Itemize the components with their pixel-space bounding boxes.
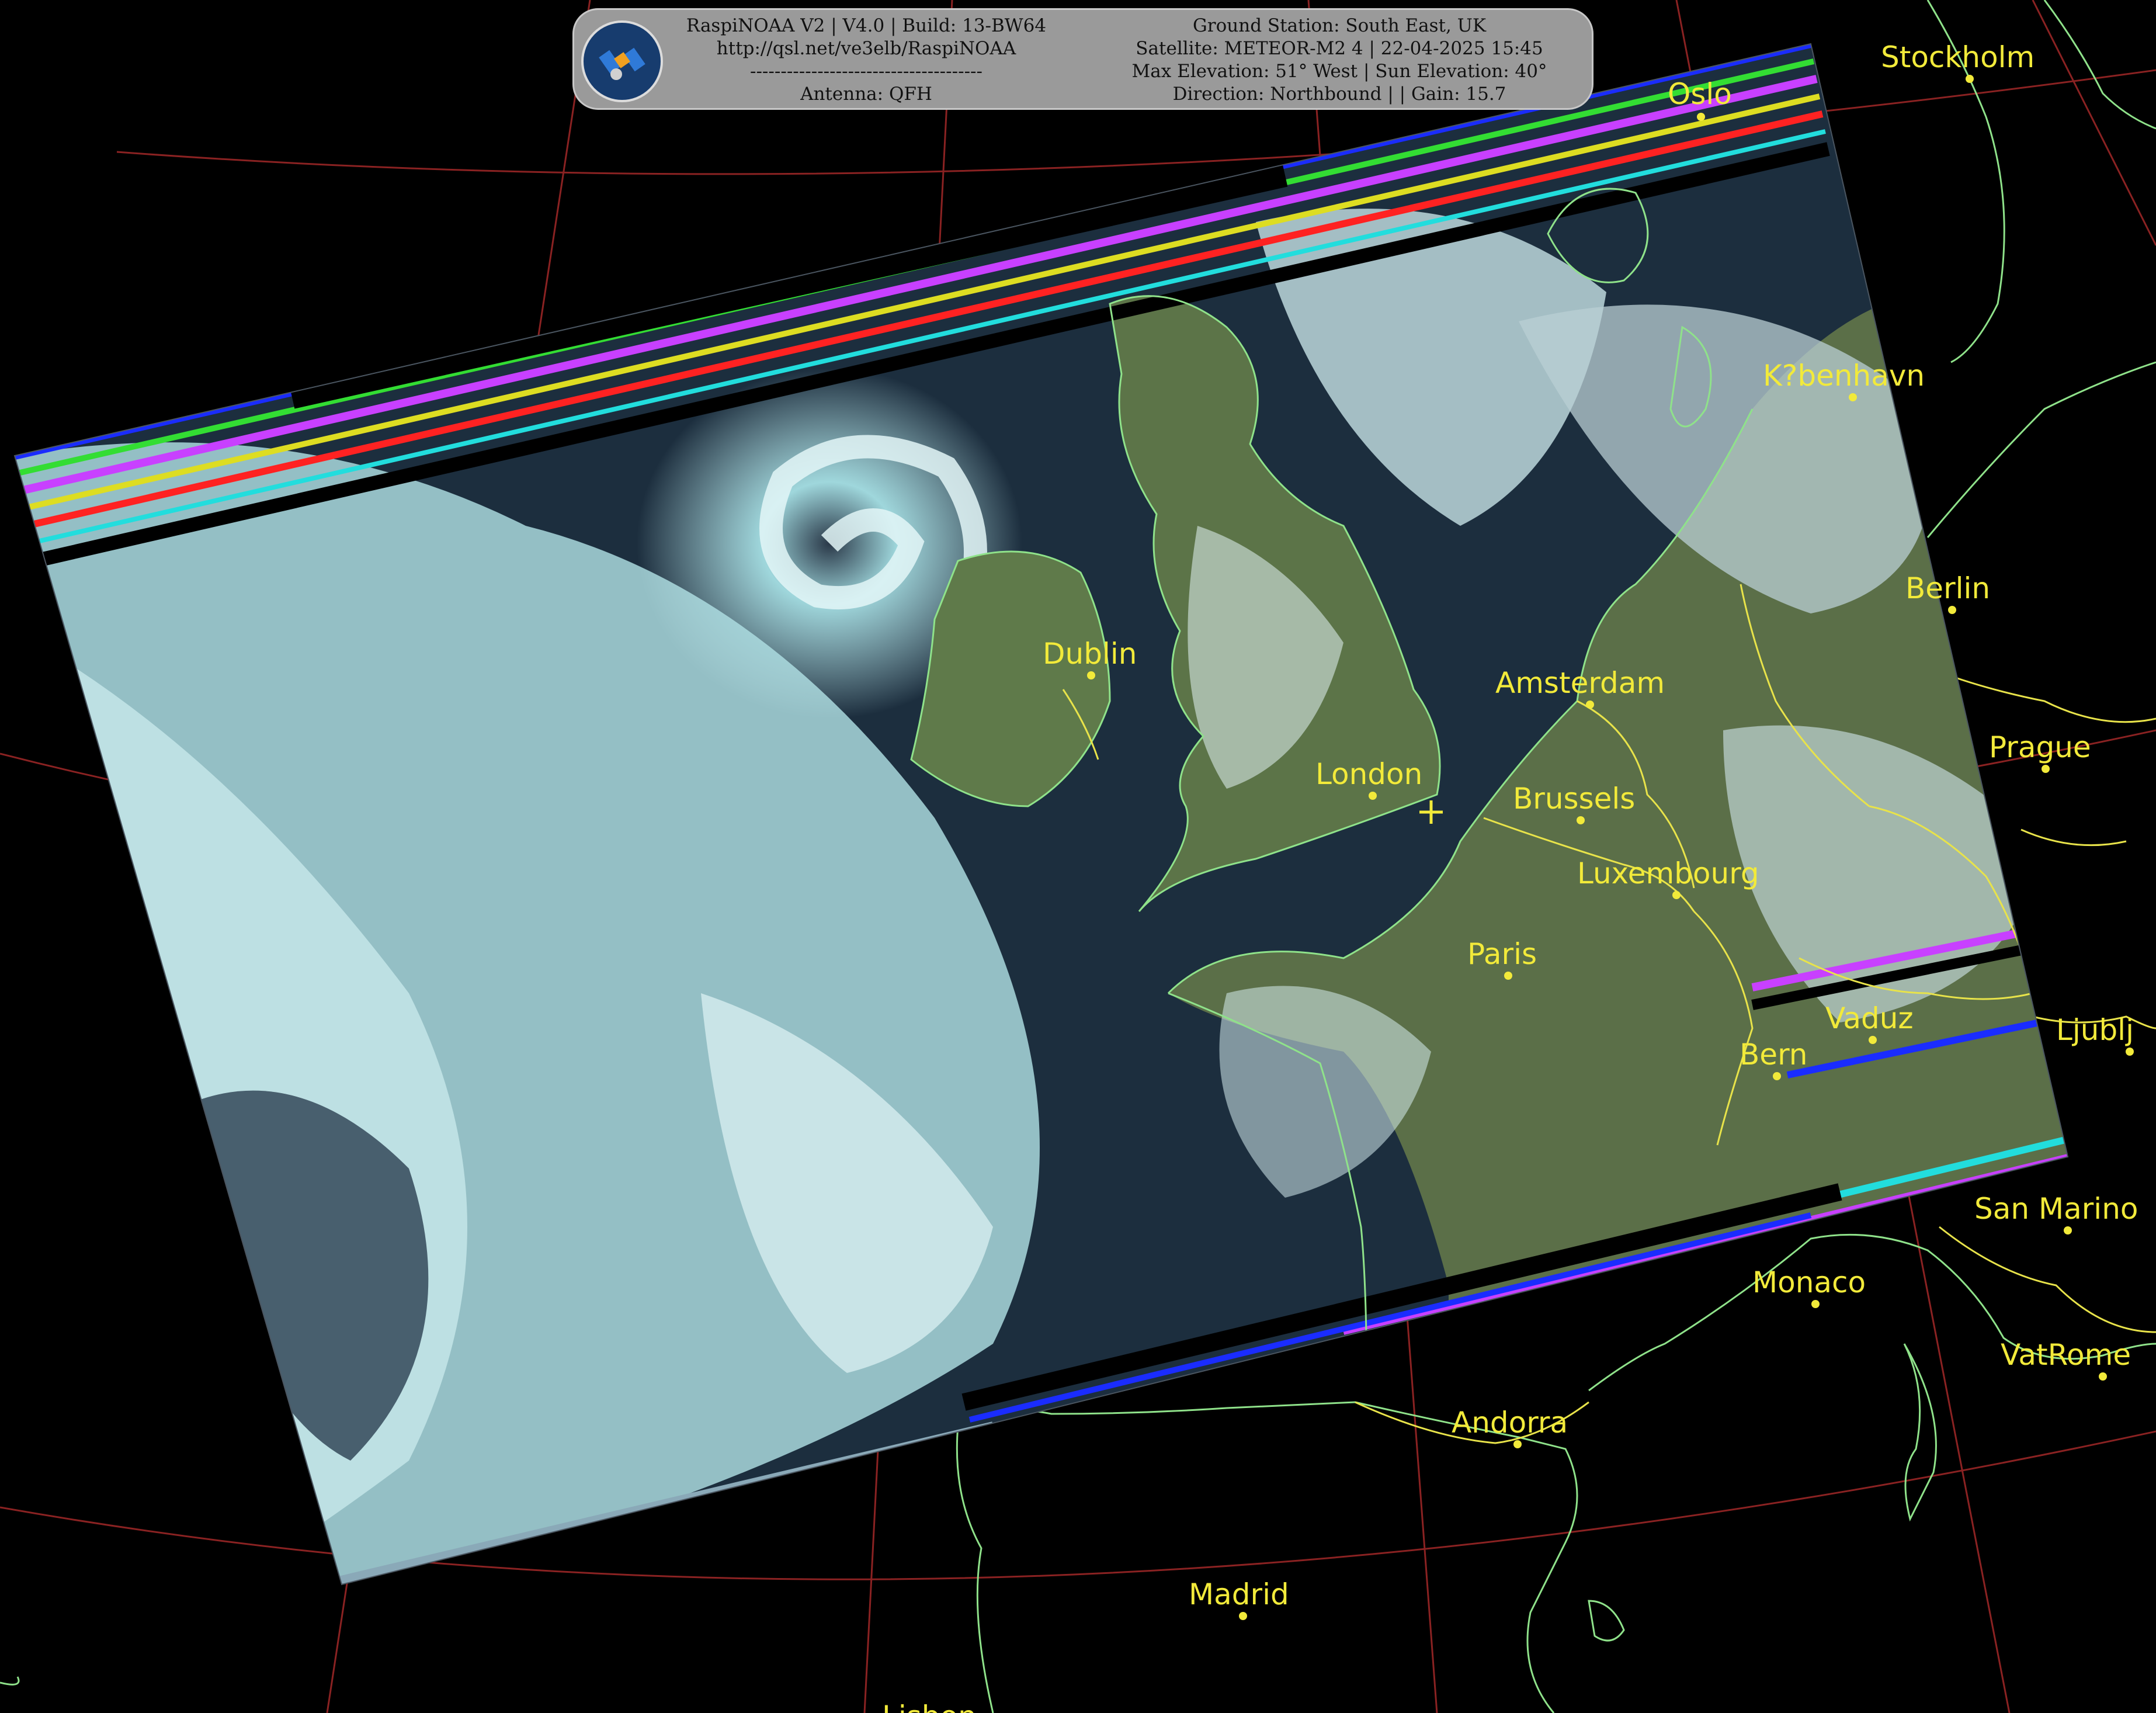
city-madrid: Madrid bbox=[1189, 1577, 1289, 1620]
city-monaco: Monaco bbox=[1752, 1265, 1866, 1308]
satellite-icon bbox=[581, 20, 663, 102]
city-prague: Prague bbox=[1989, 730, 2091, 773]
ground-station: Ground Station: South East, UK bbox=[1193, 15, 1486, 36]
info-panel: RaspiNOAA V2 | V4.0 | Build: 13-BW64 htt… bbox=[572, 8, 1593, 110]
city-ljubljana: Ljublj bbox=[2056, 1013, 2134, 1056]
svg-text:Lisbon: Lisbon bbox=[882, 1700, 977, 1713]
city-lisbon: Lisbon bbox=[882, 1700, 977, 1713]
svg-text:London: London bbox=[1315, 757, 1422, 791]
svg-text:Ljublj: Ljublj bbox=[2056, 1013, 2134, 1047]
svg-text:Oslo: Oslo bbox=[1668, 77, 1732, 111]
city-vatican-rome: VatRome bbox=[2001, 1338, 2131, 1381]
svg-text:Luxembourg: Luxembourg bbox=[1577, 856, 1759, 890]
pass-info: Ground Station: South East, UK Satellite… bbox=[1088, 15, 1591, 106]
direction-gain: Direction: Northbound | | Gain: 15.7 bbox=[1172, 84, 1506, 105]
svg-text:Paris: Paris bbox=[1467, 937, 1537, 971]
city-andorra: Andorra bbox=[1452, 1406, 1568, 1448]
svg-text:K?benhavn: K?benhavn bbox=[1763, 359, 1925, 393]
svg-text:Dublin: Dublin bbox=[1043, 637, 1137, 671]
antenna-info: Antenna: QFH bbox=[800, 84, 932, 105]
software-info: RaspiNOAA V2 | V4.0 | Build: 13-BW64 htt… bbox=[673, 15, 1059, 106]
satellite-map: Stockholm Oslo K?benhavn Berlin Prague D… bbox=[0, 0, 2156, 1713]
city-stockholm: Stockholm bbox=[1881, 40, 2035, 83]
svg-text:Vaduz: Vaduz bbox=[1825, 1001, 1914, 1035]
svg-text:Monaco: Monaco bbox=[1752, 1265, 1866, 1299]
svg-text:Amsterdam: Amsterdam bbox=[1495, 666, 1665, 700]
elevation-info: Max Elevation: 51° West | Sun Elevation:… bbox=[1131, 61, 1547, 82]
software-version: RaspiNOAA V2 | V4.0 | Build: 13-BW64 bbox=[686, 15, 1047, 36]
svg-text:Andorra: Andorra bbox=[1452, 1406, 1568, 1440]
separator-line: -------------------------------------- bbox=[749, 61, 983, 82]
svg-text:Madrid: Madrid bbox=[1189, 1577, 1289, 1611]
svg-text:San Marino: San Marino bbox=[1974, 1192, 2138, 1226]
svg-text:VatRome: VatRome bbox=[2001, 1338, 2131, 1372]
svg-text:Brussels: Brussels bbox=[1513, 782, 1635, 816]
svg-text:Prague: Prague bbox=[1989, 730, 2091, 764]
satellite-and-time: Satellite: METEOR-M2 4 | 22-04-2025 15:4… bbox=[1136, 38, 1543, 59]
satellite-swath bbox=[15, 44, 2068, 1584]
svg-text:Bern: Bern bbox=[1740, 1038, 1807, 1072]
svg-text:Berlin: Berlin bbox=[1905, 571, 1990, 605]
city-san-marino: San Marino bbox=[1974, 1192, 2138, 1235]
project-url: http://qsl.net/ve3elb/RaspiNOAA bbox=[716, 38, 1016, 59]
svg-text:Stockholm: Stockholm bbox=[1881, 40, 2035, 74]
